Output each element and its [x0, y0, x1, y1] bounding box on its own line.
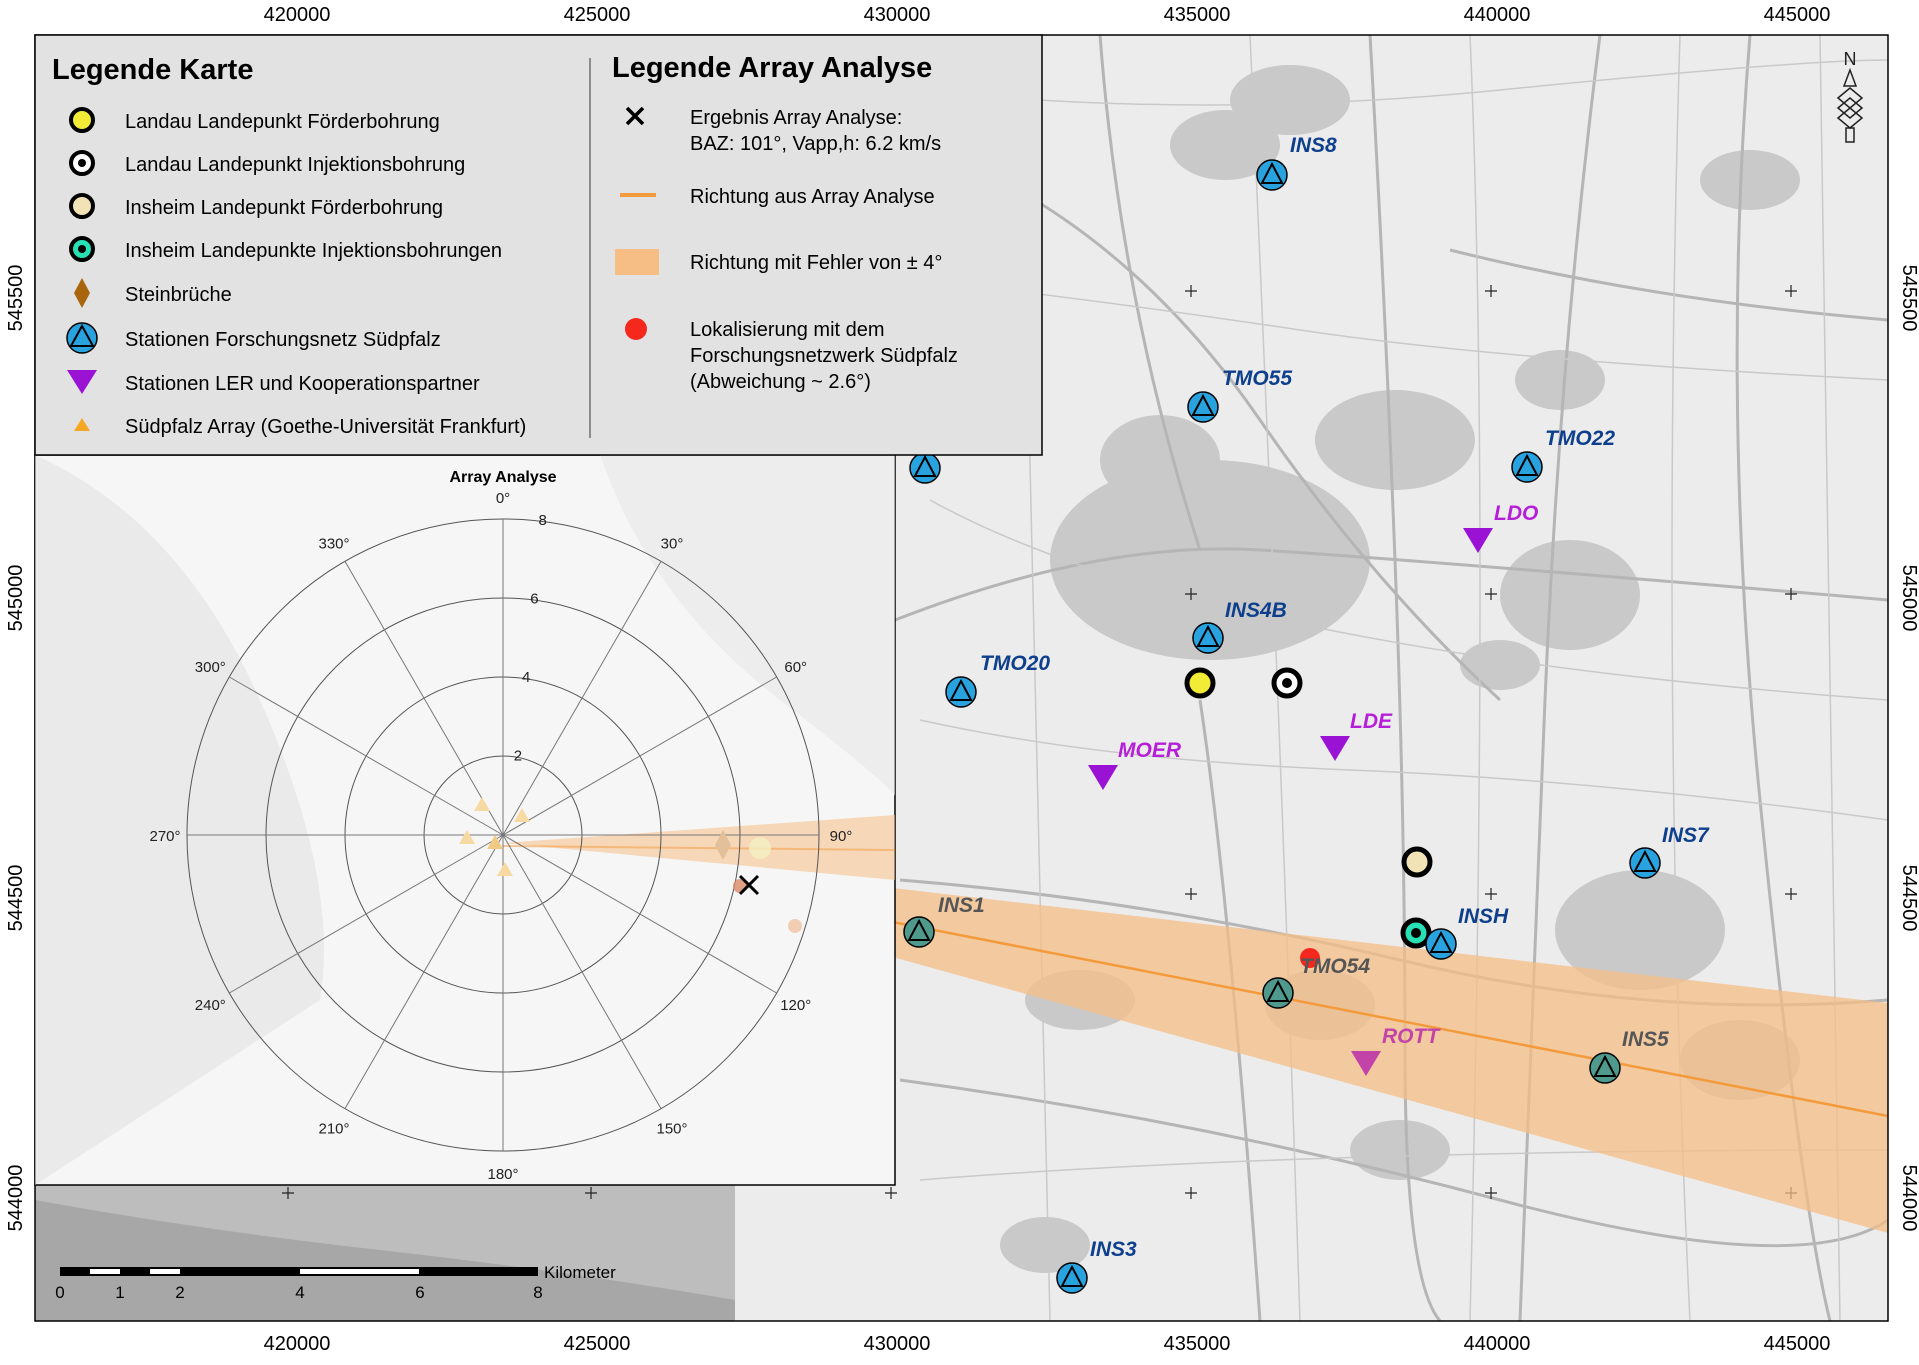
landau-injektion-marker[interactable] — [1271, 667, 1303, 699]
scale-label-4: 4 — [295, 1283, 304, 1302]
azimuth-label-270: 270° — [149, 828, 180, 845]
station-label-tmo54: TMO54 — [1300, 955, 1370, 978]
azimuth-label-90: 90° — [830, 828, 853, 845]
map-figure: INS8 TMO55 TMO22 INS4B TMO20 INS7 INS1 INSH TMO5… — [0, 0, 1919, 1360]
azimuth-label-210: 210° — [318, 1121, 349, 1138]
x-tick-bottom-445000: 445000 — [1764, 1333, 1831, 1355]
station-label-tmo55: TMO55 — [1222, 367, 1292, 390]
legend-karte-item-1: Landau Landepunkt Förderbohrung — [125, 111, 440, 133]
station-label-lde: LDE — [1350, 710, 1393, 733]
x-tick-bottom-430000: 430000 — [864, 1333, 931, 1355]
x-tick-top-420000: 420000 — [264, 4, 331, 26]
radial-label-2: 2 — [514, 747, 522, 764]
legend-karte-item-5: Steinbrüche — [125, 284, 232, 306]
x-tick-bottom-440000: 440000 — [1464, 1333, 1531, 1355]
legend-karte-item-3: Insheim Landepunkt Förderbohrung — [125, 197, 443, 219]
azimuth-label-30: 30° — [661, 535, 684, 552]
station-label-ins1: INS1 — [938, 894, 985, 917]
y-tick-right-545500: 545500 — [1898, 265, 1919, 332]
x-tick-top-440000: 440000 — [1464, 4, 1531, 26]
x-axis-top: 420000 425000 430000 435000 440000 445000 — [264, 4, 1831, 26]
radial-label-8: 8 — [538, 512, 546, 529]
insheim-injektion-marker[interactable] — [1400, 917, 1432, 949]
north-arrow-label: N — [1844, 49, 1857, 69]
azimuth-label-60: 60° — [784, 659, 807, 676]
legend-karte-item-7: Stationen LER und Kooperationspartner — [125, 373, 480, 395]
station-label-rott: ROTT — [1382, 1025, 1441, 1048]
legend-array-title: Legende Array Analyse — [612, 52, 932, 84]
x-tick-top-445000: 445000 — [1764, 4, 1831, 26]
azimuth-label-330: 330° — [318, 535, 349, 552]
x-tick-bottom-425000: 425000 — [564, 1333, 631, 1355]
scale-label-6: 6 — [415, 1283, 424, 1302]
legend-panel: Legende Karte Landau Landepunkt Förderbo… — [34, 34, 1043, 456]
scale-label-0: 0 — [55, 1283, 64, 1302]
station-label-ins7: INS7 — [1662, 824, 1710, 847]
radial-label-4: 4 — [522, 669, 530, 686]
y-tick-right-544000: 544000 — [1898, 1165, 1919, 1232]
azimuth-label-300: 300° — [195, 659, 226, 676]
y-tick-left-545500: 545500 — [5, 265, 27, 332]
azimuth-label-150: 150° — [656, 1121, 687, 1138]
legend-karte-title: Legende Karte — [52, 54, 253, 86]
station-label-ins4b: INS4B — [1225, 599, 1287, 622]
azimuth-label-120: 120° — [780, 997, 811, 1014]
x-tick-bottom-435000: 435000 — [1164, 1333, 1231, 1355]
inset-title: Array Analyse — [449, 469, 556, 486]
landau-foerder-marker[interactable] — [1184, 667, 1216, 699]
inset-array-analysis: Array Analyse 0° 30° 60° 90° 120° 150° 180° 210… — [34, 454, 896, 1186]
legend-karte-item-6: Stationen Forschungsnetz Südpfalz — [125, 329, 441, 351]
station-partial[interactable] — [909, 452, 941, 484]
legend-array-loc-line2: Forschungsnetzwerk Südpfalz — [690, 345, 958, 367]
x-tick-bottom-420000: 420000 — [264, 1333, 331, 1355]
legend-array-loc-line3: (Abweichung ~ 2.6°) — [690, 371, 871, 393]
legend-insheim-foerder-icon — [69, 193, 95, 219]
station-label-tmo20: TMO20 — [980, 652, 1050, 675]
legend-array-result-line1: Ergebnis Array Analyse: — [690, 107, 902, 129]
scale-bar-unit: Kilometer — [544, 1263, 616, 1282]
station-label-tmo22: TMO22 — [1545, 427, 1615, 450]
scale-label-8: 8 — [533, 1283, 542, 1302]
inset-borehole-1 — [749, 837, 771, 859]
legend-array-result-line2: BAZ: 101°, Vapp,h: 6.2 km/s — [690, 133, 941, 155]
station-label-insh: INSH — [1458, 905, 1509, 928]
y-tick-right-545000: 545000 — [1898, 565, 1919, 632]
y-tick-left-544500: 544500 — [5, 865, 27, 932]
azimuth-label-180: 180° — [487, 1166, 518, 1183]
azimuth-label-240: 240° — [195, 997, 226, 1014]
scale-label-1: 1 — [115, 1283, 124, 1302]
legend-karte-item-4: Insheim Landepunkte Injektionsbohrungen — [125, 240, 502, 262]
inset-loc-2 — [788, 919, 802, 933]
x-tick-top-430000: 430000 — [864, 4, 931, 26]
legend-array-direction: Richtung aus Array Analyse — [690, 186, 935, 208]
legend-error-icon — [615, 249, 659, 275]
y-axis-left: 545500 545000 544500 544000 — [5, 265, 27, 1232]
legend-array-error: Richtung mit Fehler von ± 4° — [690, 252, 942, 274]
radial-label-6: 6 — [530, 590, 538, 607]
legend-karte-item-2: Landau Landepunkt Injektionsbohrung — [125, 154, 465, 176]
x-tick-top-425000: 425000 — [564, 4, 631, 26]
station-label-ldo: LDO — [1494, 502, 1538, 525]
x-tick-top-435000: 435000 — [1164, 4, 1231, 26]
station-label-ins3: INS3 — [1090, 1238, 1137, 1261]
y-tick-right-544500: 544500 — [1898, 865, 1919, 932]
legend-localization-icon — [625, 318, 647, 340]
x-axis-bottom: 420000 425000 430000 435000 440000 445000 — [264, 1333, 1831, 1355]
legend-karte-item-8: Südpfalz Array (Goethe-Universität Frank… — [125, 416, 526, 438]
scale-label-2: 2 — [175, 1283, 184, 1302]
station-label-moer: MOER — [1118, 739, 1182, 762]
y-axis-right: 545500 545000 544500 544000 — [1898, 265, 1919, 1232]
legend-array-loc-line1: Lokalisierung mit dem — [690, 319, 885, 341]
legend-landau-foerder-icon — [69, 107, 95, 133]
station-label-ins5: INS5 — [1622, 1028, 1669, 1051]
station-label-ins8: INS8 — [1290, 134, 1337, 157]
y-tick-left-544000: 544000 — [5, 1165, 27, 1232]
y-tick-left-545000: 545000 — [5, 565, 27, 632]
insheim-foerder-marker[interactable] — [1401, 846, 1433, 878]
azimuth-label-0: 0° — [496, 490, 510, 507]
